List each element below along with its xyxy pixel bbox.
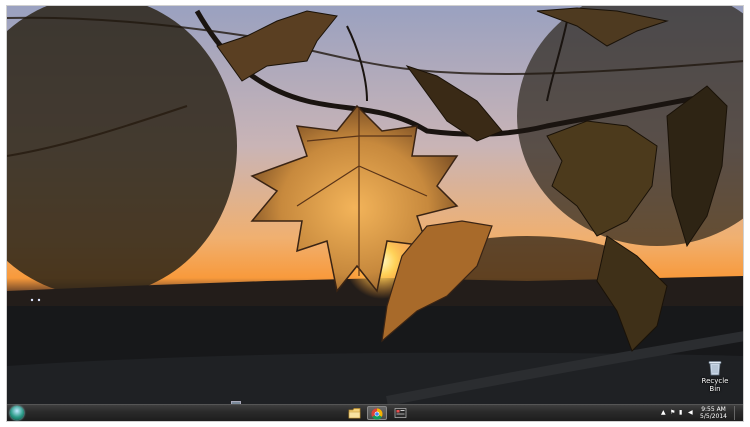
taskbar-chrome[interactable] <box>367 406 387 420</box>
clock[interactable]: 9:55 AM 5/5/2014 <box>700 406 727 420</box>
recycle-bin-label: Recycle Bin <box>701 377 729 393</box>
desktop-wallpaper <box>7 6 743 406</box>
chrome-icon <box>371 408 383 420</box>
clock-date: 5/5/2014 <box>700 413 727 420</box>
volume-icon[interactable]: ◀ <box>688 410 694 416</box>
desktop-screen: Recycle Bin ▲ ⚑ ▮ ◀ 9:55 AM 5/5/2014 <box>6 5 744 422</box>
start-button[interactable] <box>10 406 24 420</box>
control-panel-icon <box>394 408 407 418</box>
clock-time: 9:55 AM <box>701 406 726 413</box>
system-tray: ▲ ⚑ ▮ ◀ 9:55 AM 5/5/2014 <box>661 405 741 421</box>
taskbar: ▲ ⚑ ▮ ◀ 9:55 AM 5/5/2014 <box>7 404 743 421</box>
flag-icon[interactable]: ⚑ <box>670 410 676 416</box>
recycle-bin-icon <box>708 361 722 376</box>
taskbar-file-explorer[interactable] <box>345 406 365 420</box>
show-hidden-icons[interactable]: ▲ <box>661 410 667 416</box>
recycle-bin-shortcut[interactable]: Recycle Bin <box>695 360 735 393</box>
file-explorer-icon <box>348 408 361 419</box>
network-icon[interactable]: ▮ <box>679 410 685 416</box>
show-desktop-button[interactable] <box>734 406 741 420</box>
taskbar-control-panel[interactable] <box>391 406 411 420</box>
